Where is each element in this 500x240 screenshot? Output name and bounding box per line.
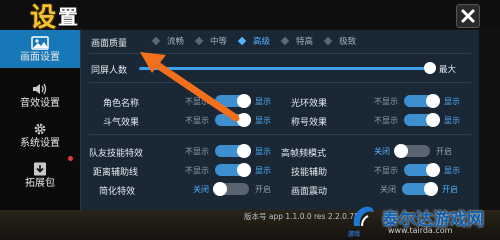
site-logo-icon (353, 206, 374, 227)
watermark-url: www.tairda.com (388, 226, 453, 235)
watermark-sub: 游戏 (348, 231, 361, 238)
